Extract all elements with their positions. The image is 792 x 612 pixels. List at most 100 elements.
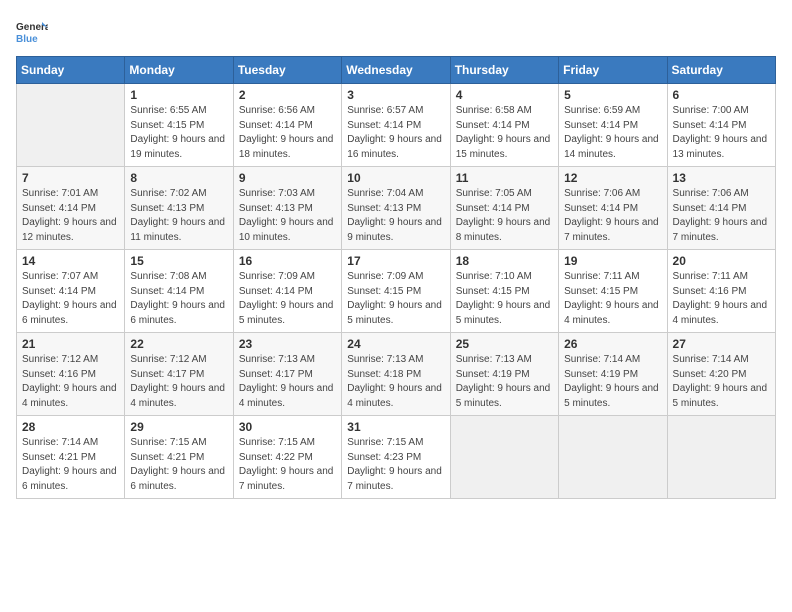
day-number: 12 [564, 171, 661, 185]
calendar-week-row: 28 Sunrise: 7:14 AMSunset: 4:21 PMDaylig… [17, 416, 776, 499]
day-info: Sunrise: 7:11 AMSunset: 4:15 PMDaylight:… [564, 271, 659, 326]
calendar-day-cell [450, 416, 558, 499]
day-number: 8 [130, 171, 227, 185]
day-info: Sunrise: 7:12 AMSunset: 4:17 PMDaylight:… [130, 354, 225, 409]
day-number: 17 [347, 254, 444, 268]
day-of-week-header: Thursday [450, 57, 558, 84]
day-info: Sunrise: 7:08 AMSunset: 4:14 PMDaylight:… [130, 271, 225, 326]
calendar-day-cell [17, 84, 125, 167]
day-info: Sunrise: 6:57 AMSunset: 4:14 PMDaylight:… [347, 105, 442, 160]
day-info: Sunrise: 6:59 AMSunset: 4:14 PMDaylight:… [564, 105, 659, 160]
calendar-day-cell: 7 Sunrise: 7:01 AMSunset: 4:14 PMDayligh… [17, 167, 125, 250]
calendar-day-cell: 25 Sunrise: 7:13 AMSunset: 4:19 PMDaylig… [450, 333, 558, 416]
calendar-day-cell: 15 Sunrise: 7:08 AMSunset: 4:14 PMDaylig… [125, 250, 233, 333]
day-number: 24 [347, 337, 444, 351]
logo: General Blue [16, 16, 48, 48]
day-info: Sunrise: 6:55 AMSunset: 4:15 PMDaylight:… [130, 105, 225, 160]
day-number: 28 [22, 420, 119, 434]
calendar-day-cell: 10 Sunrise: 7:04 AMSunset: 4:13 PMDaylig… [342, 167, 450, 250]
logo-bird-icon: General Blue [16, 16, 48, 48]
day-info: Sunrise: 7:11 AMSunset: 4:16 PMDaylight:… [673, 271, 768, 326]
day-info: Sunrise: 7:02 AMSunset: 4:13 PMDaylight:… [130, 188, 225, 243]
calendar-day-cell: 30 Sunrise: 7:15 AMSunset: 4:22 PMDaylig… [233, 416, 341, 499]
calendar-header-row: SundayMondayTuesdayWednesdayThursdayFrid… [17, 57, 776, 84]
day-of-week-header: Tuesday [233, 57, 341, 84]
calendar-day-cell: 16 Sunrise: 7:09 AMSunset: 4:14 PMDaylig… [233, 250, 341, 333]
day-info: Sunrise: 7:12 AMSunset: 4:16 PMDaylight:… [22, 354, 117, 409]
calendar-day-cell: 2 Sunrise: 6:56 AMSunset: 4:14 PMDayligh… [233, 84, 341, 167]
day-number: 16 [239, 254, 336, 268]
day-info: Sunrise: 7:09 AMSunset: 4:15 PMDaylight:… [347, 271, 442, 326]
day-info: Sunrise: 7:06 AMSunset: 4:14 PMDaylight:… [564, 188, 659, 243]
day-info: Sunrise: 7:15 AMSunset: 4:23 PMDaylight:… [347, 437, 442, 492]
calendar-day-cell: 3 Sunrise: 6:57 AMSunset: 4:14 PMDayligh… [342, 84, 450, 167]
day-number: 31 [347, 420, 444, 434]
calendar-day-cell: 23 Sunrise: 7:13 AMSunset: 4:17 PMDaylig… [233, 333, 341, 416]
day-number: 19 [564, 254, 661, 268]
day-info: Sunrise: 7:05 AMSunset: 4:14 PMDaylight:… [456, 188, 551, 243]
day-of-week-header: Saturday [667, 57, 775, 84]
calendar-week-row: 7 Sunrise: 7:01 AMSunset: 4:14 PMDayligh… [17, 167, 776, 250]
svg-text:Blue: Blue [16, 34, 38, 45]
day-info: Sunrise: 7:09 AMSunset: 4:14 PMDaylight:… [239, 271, 334, 326]
calendar-day-cell: 18 Sunrise: 7:10 AMSunset: 4:15 PMDaylig… [450, 250, 558, 333]
day-number: 13 [673, 171, 770, 185]
calendar-day-cell: 5 Sunrise: 6:59 AMSunset: 4:14 PMDayligh… [559, 84, 667, 167]
calendar-day-cell: 8 Sunrise: 7:02 AMSunset: 4:13 PMDayligh… [125, 167, 233, 250]
calendar-day-cell: 14 Sunrise: 7:07 AMSunset: 4:14 PMDaylig… [17, 250, 125, 333]
calendar-day-cell: 21 Sunrise: 7:12 AMSunset: 4:16 PMDaylig… [17, 333, 125, 416]
day-info: Sunrise: 7:13 AMSunset: 4:18 PMDaylight:… [347, 354, 442, 409]
day-info: Sunrise: 7:14 AMSunset: 4:20 PMDaylight:… [673, 354, 768, 409]
day-number: 20 [673, 254, 770, 268]
day-info: Sunrise: 7:03 AMSunset: 4:13 PMDaylight:… [239, 188, 334, 243]
day-number: 7 [22, 171, 119, 185]
calendar-day-cell: 22 Sunrise: 7:12 AMSunset: 4:17 PMDaylig… [125, 333, 233, 416]
calendar-day-cell: 31 Sunrise: 7:15 AMSunset: 4:23 PMDaylig… [342, 416, 450, 499]
calendar-day-cell: 20 Sunrise: 7:11 AMSunset: 4:16 PMDaylig… [667, 250, 775, 333]
calendar-week-row: 14 Sunrise: 7:07 AMSunset: 4:14 PMDaylig… [17, 250, 776, 333]
calendar-day-cell: 4 Sunrise: 6:58 AMSunset: 4:14 PMDayligh… [450, 84, 558, 167]
day-number: 23 [239, 337, 336, 351]
calendar-day-cell: 9 Sunrise: 7:03 AMSunset: 4:13 PMDayligh… [233, 167, 341, 250]
day-number: 30 [239, 420, 336, 434]
calendar-day-cell: 12 Sunrise: 7:06 AMSunset: 4:14 PMDaylig… [559, 167, 667, 250]
day-info: Sunrise: 7:00 AMSunset: 4:14 PMDaylight:… [673, 105, 768, 160]
day-info: Sunrise: 7:14 AMSunset: 4:19 PMDaylight:… [564, 354, 659, 409]
day-of-week-header: Sunday [17, 57, 125, 84]
day-info: Sunrise: 7:15 AMSunset: 4:22 PMDaylight:… [239, 437, 334, 492]
calendar-day-cell: 26 Sunrise: 7:14 AMSunset: 4:19 PMDaylig… [559, 333, 667, 416]
day-info: Sunrise: 7:07 AMSunset: 4:14 PMDaylight:… [22, 271, 117, 326]
day-number: 3 [347, 88, 444, 102]
calendar-day-cell: 28 Sunrise: 7:14 AMSunset: 4:21 PMDaylig… [17, 416, 125, 499]
day-info: Sunrise: 7:13 AMSunset: 4:17 PMDaylight:… [239, 354, 334, 409]
calendar-day-cell: 6 Sunrise: 7:00 AMSunset: 4:14 PMDayligh… [667, 84, 775, 167]
day-number: 27 [673, 337, 770, 351]
day-info: Sunrise: 6:56 AMSunset: 4:14 PMDaylight:… [239, 105, 334, 160]
day-number: 21 [22, 337, 119, 351]
day-number: 6 [673, 88, 770, 102]
day-number: 25 [456, 337, 553, 351]
day-info: Sunrise: 6:58 AMSunset: 4:14 PMDaylight:… [456, 105, 551, 160]
day-number: 9 [239, 171, 336, 185]
day-info: Sunrise: 7:15 AMSunset: 4:21 PMDaylight:… [130, 437, 225, 492]
day-of-week-header: Wednesday [342, 57, 450, 84]
day-info: Sunrise: 7:04 AMSunset: 4:13 PMDaylight:… [347, 188, 442, 243]
calendar-day-cell: 1 Sunrise: 6:55 AMSunset: 4:15 PMDayligh… [125, 84, 233, 167]
calendar-week-row: 21 Sunrise: 7:12 AMSunset: 4:16 PMDaylig… [17, 333, 776, 416]
day-info: Sunrise: 7:10 AMSunset: 4:15 PMDaylight:… [456, 271, 551, 326]
calendar-day-cell: 27 Sunrise: 7:14 AMSunset: 4:20 PMDaylig… [667, 333, 775, 416]
day-number: 14 [22, 254, 119, 268]
calendar-day-cell: 29 Sunrise: 7:15 AMSunset: 4:21 PMDaylig… [125, 416, 233, 499]
day-of-week-header: Monday [125, 57, 233, 84]
calendar-day-cell: 11 Sunrise: 7:05 AMSunset: 4:14 PMDaylig… [450, 167, 558, 250]
calendar-table: SundayMondayTuesdayWednesdayThursdayFrid… [16, 56, 776, 499]
day-number: 4 [456, 88, 553, 102]
day-number: 22 [130, 337, 227, 351]
calendar-day-cell: 17 Sunrise: 7:09 AMSunset: 4:15 PMDaylig… [342, 250, 450, 333]
calendar-day-cell [667, 416, 775, 499]
day-number: 26 [564, 337, 661, 351]
day-number: 29 [130, 420, 227, 434]
calendar-day-cell: 24 Sunrise: 7:13 AMSunset: 4:18 PMDaylig… [342, 333, 450, 416]
calendar-day-cell: 19 Sunrise: 7:11 AMSunset: 4:15 PMDaylig… [559, 250, 667, 333]
day-number: 18 [456, 254, 553, 268]
